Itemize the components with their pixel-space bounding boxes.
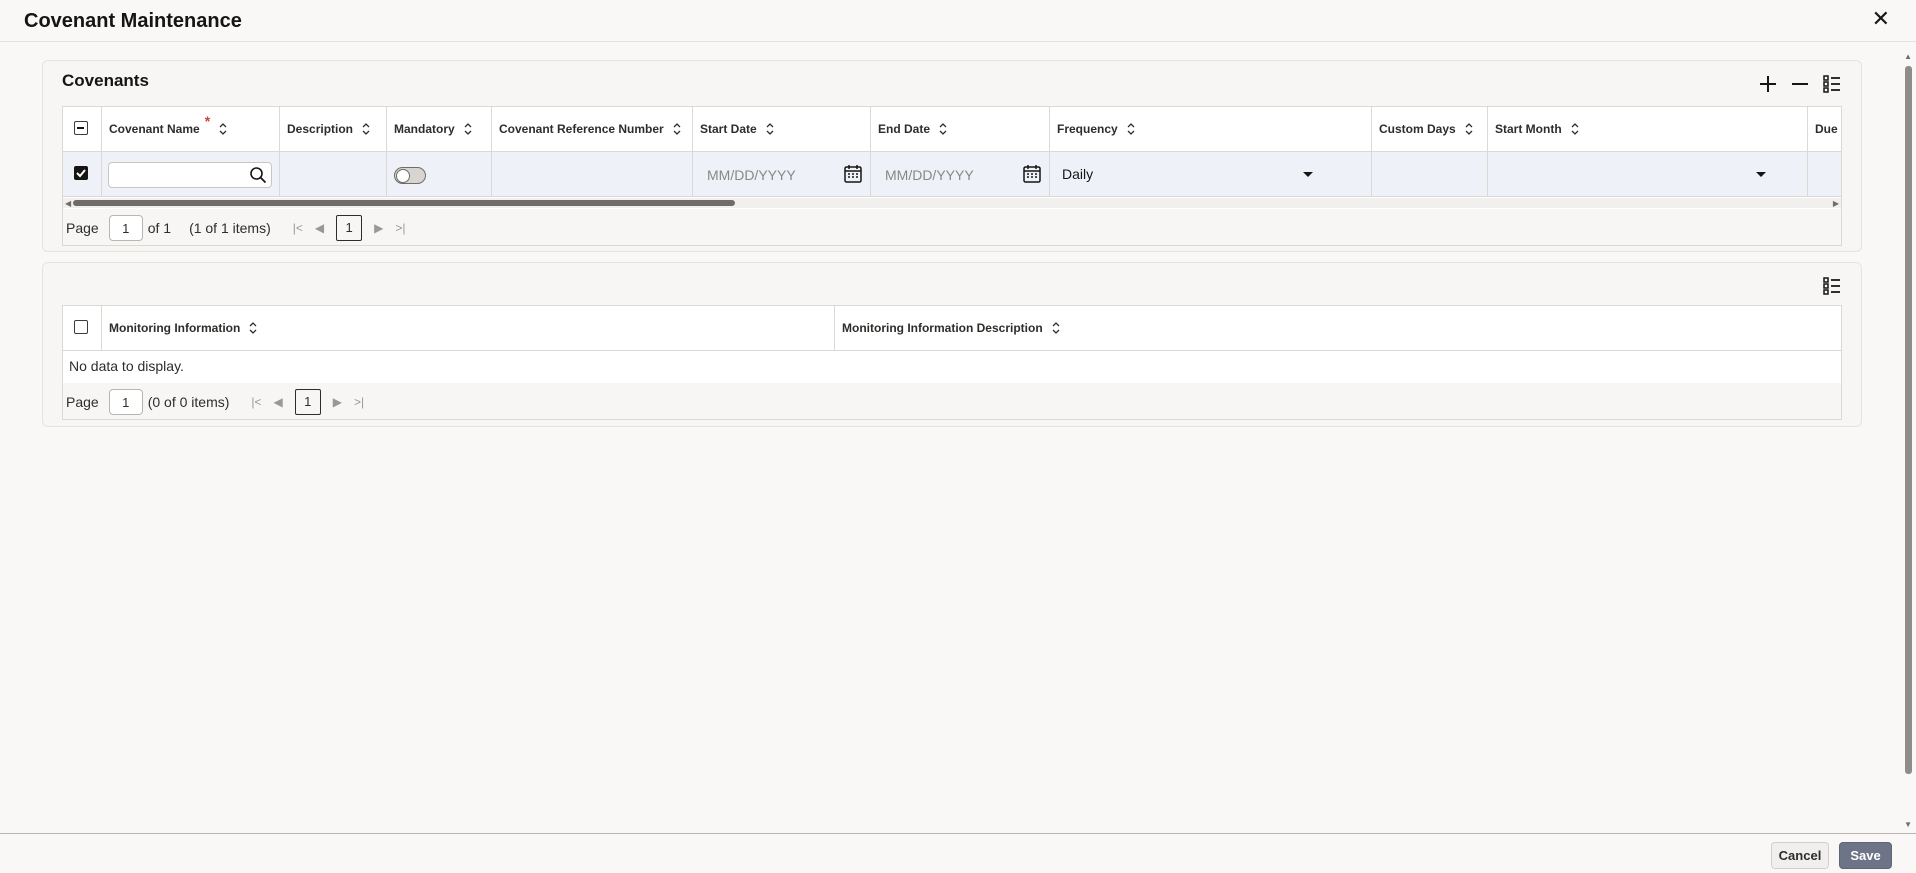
select-all-cell (63, 107, 102, 151)
reference-number-cell[interactable] (492, 152, 693, 196)
covenant-name-cell (102, 152, 280, 196)
vertical-scrollbar[interactable] (1905, 66, 1912, 774)
prev-page-icon[interactable]: ◀ (274, 395, 283, 409)
table-header: Monitoring Information Monitoring Inform… (63, 306, 1841, 351)
required-marker: * (204, 113, 211, 129)
sort-icon[interactable] (1570, 122, 1580, 136)
start-date-cell: MM/DD/YYYY (693, 152, 871, 196)
covenants-panel: Covenants Covenant Name * Description Ma… (42, 60, 1862, 252)
col-end-date[interactable]: End Date (871, 107, 1050, 151)
custom-days-cell[interactable] (1372, 152, 1488, 196)
sort-icon[interactable] (1126, 122, 1136, 136)
current-page-button[interactable]: 1 (336, 215, 363, 241)
col-mandatory[interactable]: Mandatory (387, 107, 492, 151)
col-frequency[interactable]: Frequency (1050, 107, 1372, 151)
sort-icon[interactable] (672, 122, 682, 136)
empty-message: No data to display. (69, 358, 184, 374)
col-start-date[interactable]: Start Date (693, 107, 871, 151)
scroll-up-icon[interactable]: ▲ (1904, 52, 1912, 61)
page-of-label: of 1 (147, 220, 172, 236)
next-page-icon[interactable]: ▶ (374, 221, 383, 235)
cancel-button[interactable]: Cancel (1771, 842, 1829, 869)
monitoring-pager: Page 1 (0 of 0 items) |< ◀ 1 ▶ >| (63, 383, 1841, 419)
monitoring-panel: Monitoring Information Monitoring Inform… (42, 262, 1862, 427)
last-page-icon[interactable]: >| (395, 221, 405, 235)
prev-page-icon[interactable]: ◀ (315, 221, 324, 235)
covenant-name-field[interactable] (113, 164, 243, 186)
due-cell[interactable] (1808, 152, 1841, 196)
description-cell[interactable] (280, 152, 387, 196)
sort-icon[interactable] (938, 122, 948, 136)
select-all-checkbox[interactable] (74, 121, 88, 135)
current-page-button[interactable]: 1 (294, 389, 321, 415)
chevron-down-icon[interactable] (1756, 172, 1766, 177)
row-checkbox[interactable] (74, 166, 88, 180)
sort-icon[interactable] (218, 122, 228, 136)
sort-icon[interactable] (248, 321, 258, 335)
page-input[interactable]: 1 (108, 215, 143, 241)
covenant-name-input[interactable] (108, 162, 272, 188)
title-bar: Covenant Maintenance ✕ (0, 0, 1916, 42)
col-monitoring-information[interactable]: Monitoring Information (102, 306, 835, 350)
chevron-down-icon[interactable] (1303, 172, 1313, 177)
covenants-pager: Page 1 of 1 (1 of 1 items) |< ◀ 1 ▶ >| (63, 209, 1841, 245)
col-start-month[interactable]: Start Month (1488, 107, 1808, 151)
sort-icon[interactable] (1464, 122, 1474, 136)
col-custom-days[interactable]: Custom Days (1372, 107, 1488, 151)
sort-icon[interactable] (1051, 321, 1061, 335)
items-count: (1 of 1 items) (189, 220, 271, 236)
page-label: Page (66, 394, 99, 410)
sort-icon[interactable] (361, 122, 371, 136)
frequency-cell: Daily (1050, 152, 1372, 196)
covenants-table: Covenant Name * Description Mandatory Cov… (62, 106, 1842, 246)
scroll-left-icon[interactable]: ◀ (65, 199, 71, 208)
frequency-select[interactable]: Daily (1062, 166, 1093, 182)
page-input[interactable]: 1 (108, 389, 143, 415)
first-page-icon[interactable]: |< (293, 221, 303, 235)
table-row[interactable]: MM/DD/YYYY MM/DD/YYYY Daily (63, 152, 1841, 197)
first-page-icon[interactable]: |< (251, 395, 261, 409)
end-date-input[interactable]: MM/DD/YYYY (885, 167, 974, 183)
page-title: Covenant Maintenance (24, 10, 242, 32)
mandatory-toggle[interactable] (394, 167, 426, 184)
select-all-checkbox[interactable] (74, 320, 88, 334)
col-covenant-name[interactable]: Covenant Name * (102, 107, 280, 151)
horizontal-scrollbar[interactable]: ◀ ▶ (63, 198, 1841, 208)
column-list-icon[interactable] (1821, 275, 1843, 297)
scroll-right-icon[interactable]: ▶ (1833, 199, 1839, 208)
covenants-title: Covenants (62, 71, 149, 90)
column-list-icon[interactable] (1821, 73, 1843, 95)
search-icon[interactable] (249, 166, 267, 189)
mandatory-cell (387, 152, 492, 196)
monitoring-table: Monitoring Information Monitoring Inform… (62, 305, 1842, 420)
col-description[interactable]: Description (280, 107, 387, 151)
sort-icon[interactable] (765, 122, 775, 136)
end-date-cell: MM/DD/YYYY (871, 152, 1050, 196)
start-date-input[interactable]: MM/DD/YYYY (707, 167, 796, 183)
col-covenant-reference-number[interactable]: Covenant Reference Number (492, 107, 693, 151)
row-select-cell (63, 152, 102, 196)
save-button[interactable]: Save (1839, 842, 1892, 869)
next-page-icon[interactable]: ▶ (333, 395, 342, 409)
last-page-icon[interactable]: >| (354, 395, 364, 409)
col-due[interactable]: Due (1808, 107, 1841, 151)
select-all-cell (63, 306, 102, 350)
col-monitoring-information-description[interactable]: Monitoring Information Description (835, 306, 1841, 350)
scroll-thumb[interactable] (73, 200, 735, 206)
close-icon[interactable]: ✕ (1872, 8, 1890, 30)
calendar-icon[interactable] (1022, 164, 1042, 189)
remove-icon[interactable] (1789, 73, 1811, 95)
table-header: Covenant Name * Description Mandatory Cov… (63, 107, 1841, 152)
page-label: Page (66, 220, 99, 236)
covenants-toolbar (1757, 73, 1843, 95)
items-count: (0 of 0 items) (147, 394, 230, 410)
scroll-down-icon[interactable]: ▼ (1904, 820, 1912, 829)
monitoring-toolbar (1821, 275, 1843, 297)
calendar-icon[interactable] (843, 164, 863, 189)
sort-icon[interactable] (463, 122, 473, 136)
add-icon[interactable] (1757, 73, 1779, 95)
footer-bar: Cancel Save (0, 833, 1916, 873)
start-month-cell (1488, 152, 1808, 196)
